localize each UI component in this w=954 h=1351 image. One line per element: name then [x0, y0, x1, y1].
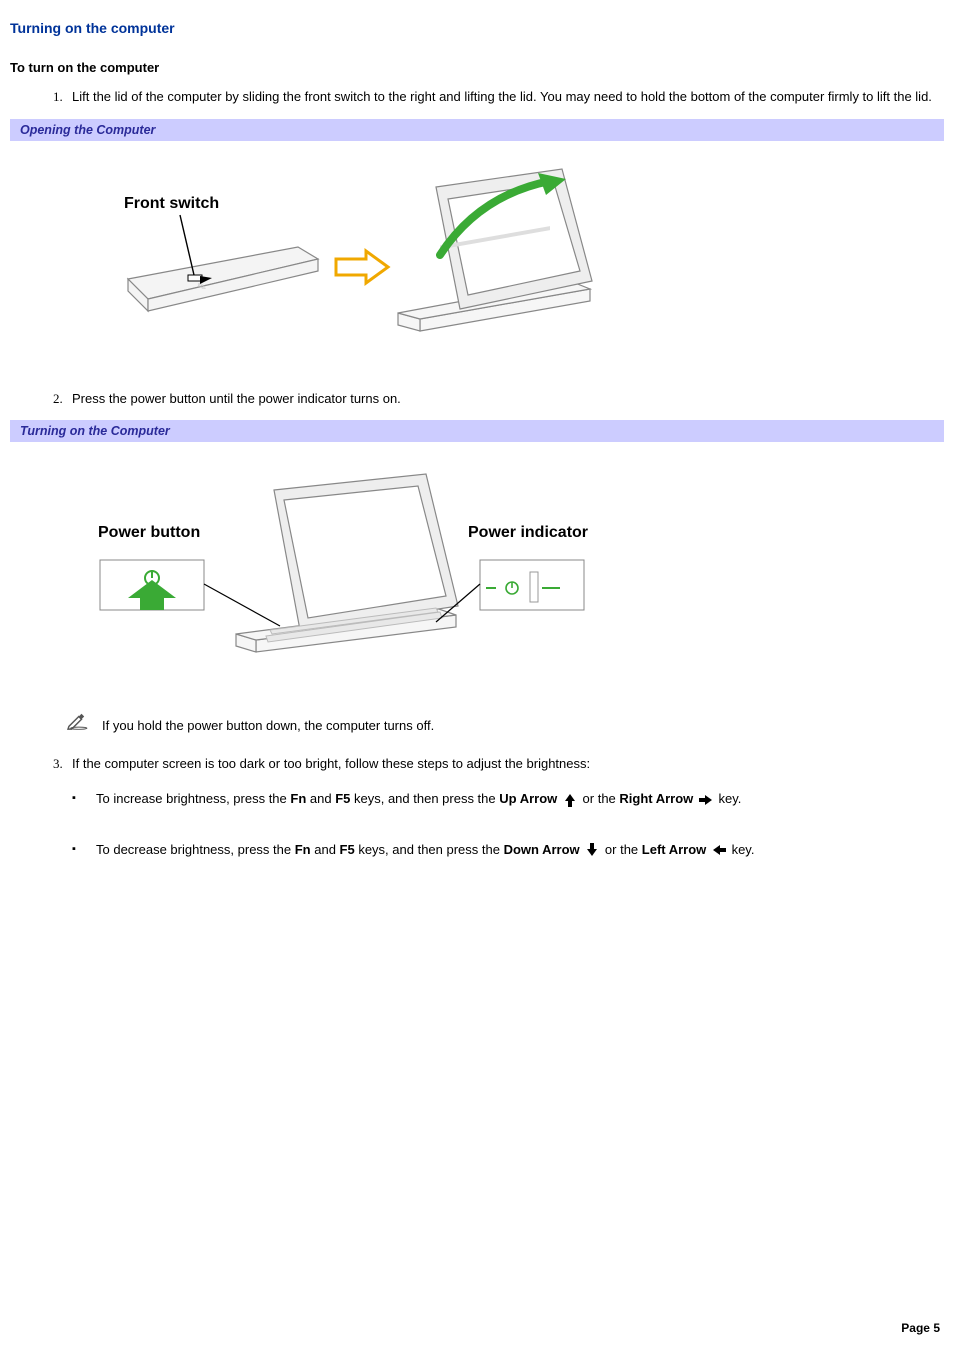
- key-down: Down Arrow: [504, 842, 580, 857]
- step-1-text: Lift the lid of the computer by sliding …: [72, 89, 932, 104]
- txt: keys, and then press the: [350, 791, 499, 806]
- txt: keys, and then press the: [355, 842, 504, 857]
- page-number: Page 5: [901, 1321, 940, 1335]
- bullet-increase: To increase brightness, press the Fn and…: [72, 787, 944, 812]
- key-left: Left Arrow: [642, 842, 707, 857]
- arrow-down-icon: [583, 841, 601, 859]
- txt: or the: [605, 842, 642, 857]
- arrow-left-icon: [710, 841, 728, 859]
- page-title: Turning on the computer: [10, 20, 944, 36]
- step-2-text: Press the power button until the power i…: [72, 391, 401, 406]
- step-2: Press the power button until the power i…: [66, 389, 944, 409]
- arrow-up-icon: [561, 791, 579, 809]
- key-right: Right Arrow: [619, 791, 693, 806]
- key-f5: F5: [335, 791, 350, 806]
- arrow-right-icon: [697, 791, 715, 809]
- label-power-button: Power button: [98, 524, 200, 542]
- txt: and: [311, 842, 340, 857]
- figure-power: Power button Power indicator: [10, 448, 944, 700]
- laptop-open-diagram-icon: ✎: [80, 159, 600, 359]
- note-row: If you hold the power button down, the c…: [10, 712, 944, 736]
- laptop-power-diagram-icon: [80, 460, 640, 670]
- subheading: To turn on the computer: [10, 60, 944, 75]
- note-text: If you hold the power button down, the c…: [102, 716, 434, 736]
- txt: key.: [719, 791, 742, 806]
- txt: or the: [583, 791, 620, 806]
- step-1: Lift the lid of the computer by sliding …: [66, 87, 944, 107]
- txt: key.: [732, 842, 755, 857]
- step-3-text: If the computer screen is too dark or to…: [72, 756, 590, 771]
- label-front-switch: Front switch: [124, 195, 219, 213]
- figure-opening: Front switch ✎: [10, 147, 944, 389]
- figure-2-caption: Turning on the Computer: [10, 420, 944, 442]
- txt: To decrease brightness, press the: [96, 842, 295, 857]
- txt: To increase brightness, press the: [96, 791, 290, 806]
- label-power-indicator: Power indicator: [468, 524, 588, 542]
- bullet-decrease: To decrease brightness, press the Fn and…: [72, 838, 944, 863]
- note-pencil-icon: [66, 712, 88, 736]
- txt: and: [306, 791, 335, 806]
- step-3: If the computer screen is too dark or to…: [66, 754, 944, 774]
- key-f5: F5: [340, 842, 355, 857]
- figure-1-caption: Opening the Computer: [10, 119, 944, 141]
- key-fn: Fn: [295, 842, 311, 857]
- key-fn: Fn: [290, 791, 306, 806]
- key-up: Up Arrow: [499, 791, 557, 806]
